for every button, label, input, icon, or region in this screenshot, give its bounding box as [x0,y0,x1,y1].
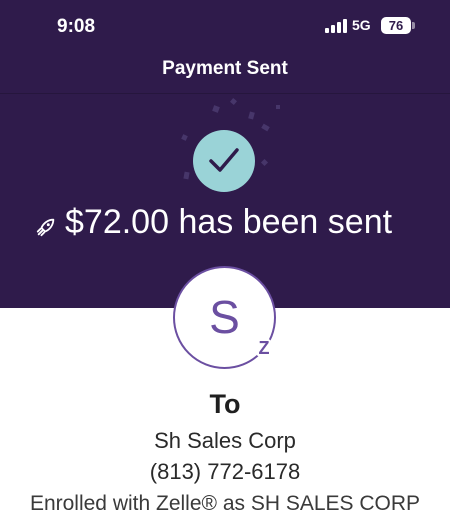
confetti-piece [229,97,238,106]
sent-message: $72.00 has been sent [0,203,450,247]
network-label: 5G [352,17,371,33]
status-time: 9:08 [57,16,96,37]
to-label: To [209,389,241,419]
battery-icon: 76 [381,17,411,34]
confetti-piece [212,105,220,113]
signal-icon [325,19,347,33]
rocket-icon [36,218,55,237]
confetti-piece [183,171,190,180]
recipient-phone: (813) 772-6178 [149,459,301,484]
confetti-piece [276,105,280,109]
zelle-icon: Z [254,338,274,358]
confetti-piece [260,158,269,167]
header-panel: 9:08 5G 76 Payment Sent $72.00 has been … [0,0,450,308]
enrolled-text: Enrolled with Zelle® as SH SALES CORP [29,492,421,515]
status-bar: 9:08 5G 76 [0,0,450,52]
confetti-piece [248,111,255,120]
battery-tip [412,22,415,29]
recipient-name: Sh Sales Corp [154,428,296,453]
confetti-piece [261,123,270,132]
confetti-piece [181,134,188,141]
header-divider [0,93,450,94]
page-title: Payment Sent [162,58,288,79]
sent-amount-text: $72.00 has been sent [65,203,393,241]
checkmark-icon [193,130,255,192]
